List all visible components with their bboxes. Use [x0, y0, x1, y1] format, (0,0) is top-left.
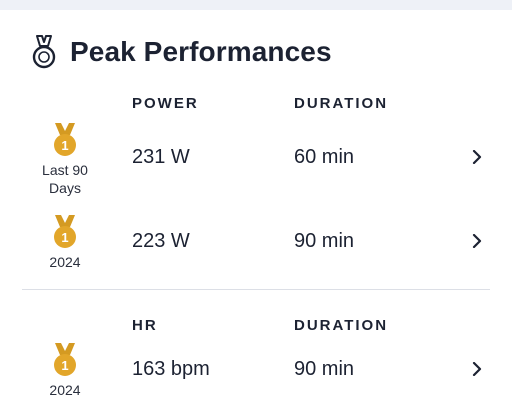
- performance-row-power-last-90-days[interactable]: 1 Last 90 Days 231 W 60 min: [0, 122, 512, 196]
- column-label-duration: DURATION: [294, 317, 389, 334]
- rank-badge: 1 2024: [24, 342, 106, 399]
- duration-value: 60 min: [294, 146, 355, 168]
- period-label: 2024: [49, 254, 81, 270]
- gold-medal-icon: 1: [54, 215, 76, 248]
- hr-value: 163 bpm: [132, 358, 210, 380]
- power-value: 223 W: [132, 230, 190, 252]
- period-label: Last 90 Days: [42, 162, 88, 196]
- column-label-power: POWER: [132, 95, 199, 112]
- power-value: 231 W: [132, 146, 190, 168]
- column-label-duration: DURATION: [294, 95, 389, 112]
- section-divider: [22, 289, 490, 290]
- gold-medal-icon: 1: [54, 343, 76, 376]
- page-title: Peak Performances: [70, 36, 332, 67]
- medal-rank: 1: [61, 358, 68, 373]
- medal-rank: 1: [61, 230, 68, 245]
- top-strip: [0, 0, 512, 10]
- rank-badge: 1 Last 90 Days: [24, 122, 106, 197]
- rank-badge: 1 2024: [24, 214, 106, 271]
- period-label: 2024: [49, 382, 81, 398]
- medal-icon: [32, 35, 56, 69]
- gold-medal-icon: 1: [54, 123, 76, 156]
- duration-value: 90 min: [294, 230, 355, 252]
- column-label-hr: HR: [132, 317, 158, 334]
- performance-row-hr-2024[interactable]: 1 2024 163 bpm 90 min: [0, 342, 512, 402]
- chevron-right-icon[interactable]: [470, 234, 484, 248]
- performance-row-power-2024[interactable]: 1 2024 223 W 90 min: [0, 214, 512, 274]
- duration-value: 90 min: [294, 358, 355, 380]
- section-header: Peak Performances: [30, 34, 332, 70]
- chevron-right-icon[interactable]: [470, 362, 484, 376]
- medal-rank: 1: [61, 138, 68, 153]
- chevron-right-icon[interactable]: [470, 150, 484, 164]
